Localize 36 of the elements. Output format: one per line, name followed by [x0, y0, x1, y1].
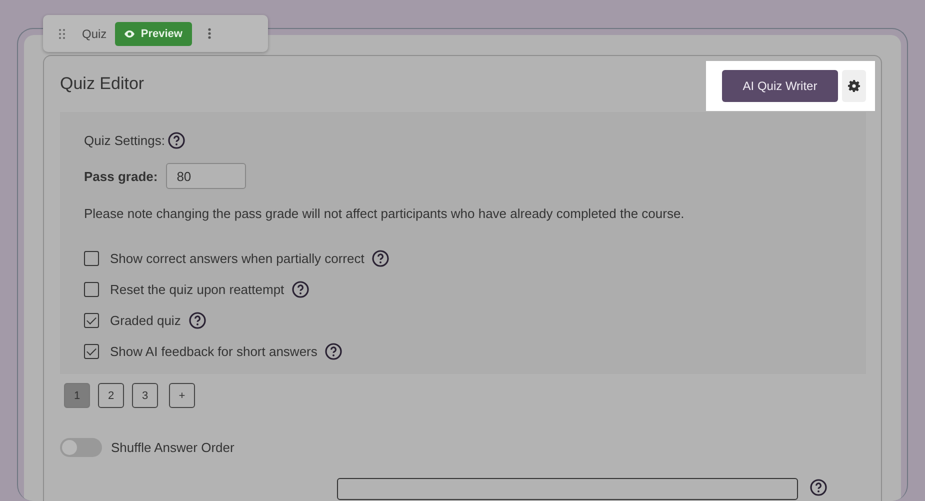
drag-handle[interactable]	[57, 26, 67, 40]
help-icon	[810, 479, 827, 496]
checkbox[interactable]	[84, 344, 99, 358]
page-tab[interactable]: 2	[98, 383, 124, 408]
page-tab[interactable]: 1	[64, 383, 90, 408]
help-icon	[325, 342, 342, 360]
option-label: Show correct answers when partially correct	[110, 250, 364, 266]
checkbox[interactable]	[84, 282, 99, 296]
checkbox[interactable]	[84, 250, 99, 266]
settings-icon	[848, 80, 860, 92]
eye-icon	[124, 30, 135, 38]
page-tab[interactable]: 3	[132, 383, 158, 408]
text-field[interactable]	[337, 478, 798, 500]
editor-title: Quiz Editor	[60, 74, 144, 94]
option-label: Reset the quiz upon reattempt	[110, 282, 284, 296]
help-icon	[168, 132, 185, 148]
ai-writer-button[interactable]: AI Quiz Writer	[722, 70, 838, 102]
add-page-button[interactable]: +	[169, 383, 195, 408]
option-label: Show AI feedback for short answers	[110, 344, 318, 358]
note-text: Please note changing the pass grade will not affect participants who have already completed the course.	[84, 205, 686, 223]
more-button[interactable]	[206, 26, 213, 41]
block-label: Quiz	[82, 26, 107, 40]
shuffle-label: Shuffle Answer Order	[111, 440, 234, 455]
settings-button[interactable]	[842, 70, 866, 102]
checkbox[interactable]	[84, 312, 99, 328]
more-icon	[208, 28, 211, 39]
pass-grade-field[interactable]: 80	[166, 163, 246, 189]
pass-grade-label: Pass grade:	[84, 168, 158, 184]
help-icon	[372, 250, 390, 266]
shuffle-toggle[interactable]	[60, 438, 102, 457]
drag-icon	[59, 28, 65, 38]
settings-heading: Quiz Settings:	[84, 132, 165, 148]
option-label: Graded quiz	[110, 312, 181, 328]
preview-button[interactable]: Preview	[114, 22, 192, 46]
help-icon	[188, 312, 206, 328]
help-icon	[292, 280, 310, 298]
